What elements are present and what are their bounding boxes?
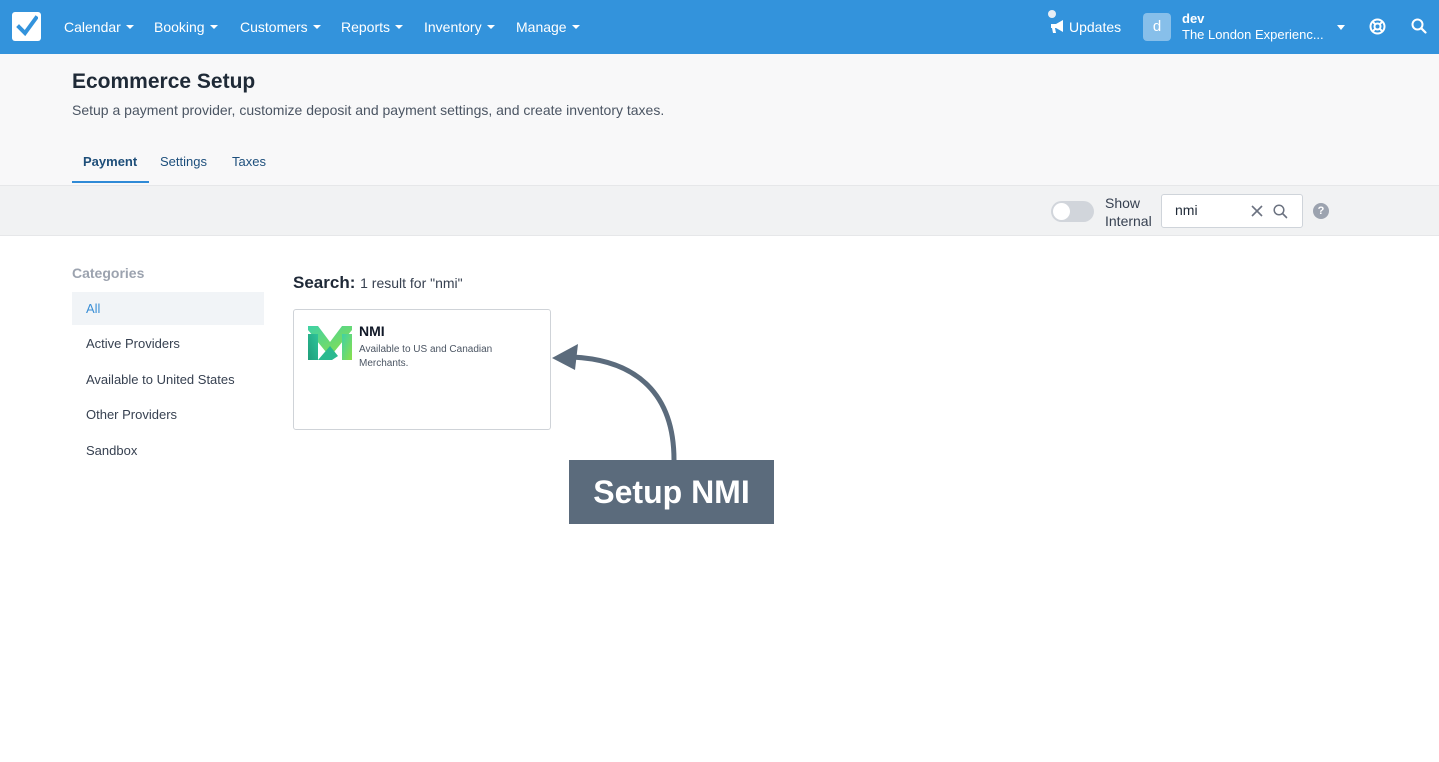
top-nav-bar: Calendar Booking Customers Reports Inven… bbox=[0, 0, 1439, 54]
category-other-providers[interactable]: Other Providers bbox=[72, 398, 264, 431]
search-results-title: Search: 1 result for "nmi" bbox=[293, 273, 463, 293]
nav-manage-label: Manage bbox=[516, 19, 567, 35]
category-all[interactable]: All bbox=[72, 292, 264, 325]
help-question-icon[interactable]: ? bbox=[1313, 203, 1329, 219]
app-logo-checkmark-icon[interactable] bbox=[12, 12, 41, 41]
show-internal-label: Show Internal bbox=[1105, 194, 1152, 230]
chevron-down-icon bbox=[486, 25, 495, 30]
nav-reports[interactable]: Reports bbox=[341, 0, 404, 54]
page-subtitle: Setup a payment provider, customize depo… bbox=[72, 102, 665, 118]
user-name[interactable]: dev bbox=[1182, 11, 1204, 26]
category-active-providers[interactable]: Active Providers bbox=[72, 327, 264, 360]
filter-toolbar: Show Internal ? bbox=[0, 185, 1439, 236]
nav-customers-label: Customers bbox=[240, 19, 308, 35]
show-internal-label-line1: Show bbox=[1105, 195, 1141, 211]
show-internal-toggle[interactable] bbox=[1051, 201, 1094, 222]
nav-manage[interactable]: Manage bbox=[516, 0, 580, 54]
category-sandbox[interactable]: Sandbox bbox=[72, 434, 264, 467]
nav-booking[interactable]: Booking bbox=[154, 0, 218, 54]
user-company[interactable]: The London Experienc... bbox=[1182, 27, 1330, 42]
nav-booking-label: Booking bbox=[154, 19, 205, 35]
provider-card-nmi[interactable]: NMI Available to US and Canadian Merchan… bbox=[293, 309, 551, 430]
categories-heading: Categories bbox=[72, 265, 145, 281]
provider-card-description: Available to US and Canadian Merchants. bbox=[359, 344, 493, 369]
nav-inventory[interactable]: Inventory bbox=[424, 0, 495, 54]
chevron-down-icon bbox=[312, 25, 321, 30]
annotation-arrow-icon bbox=[552, 344, 677, 463]
annotation-callout: Setup NMI bbox=[569, 460, 774, 524]
chevron-down-icon bbox=[395, 25, 404, 30]
tab-settings[interactable]: Settings bbox=[160, 154, 207, 169]
nav-calendar-label: Calendar bbox=[64, 19, 121, 35]
avatar[interactable]: d bbox=[1143, 13, 1171, 41]
nav-calendar[interactable]: Calendar bbox=[64, 0, 134, 54]
chevron-down-icon bbox=[571, 25, 580, 30]
chevron-down-icon[interactable] bbox=[1337, 25, 1345, 30]
updates-label: Updates bbox=[1069, 19, 1122, 35]
nmi-logo-icon bbox=[308, 326, 352, 360]
search-icon[interactable] bbox=[1273, 204, 1288, 219]
page-title: Ecommerce Setup bbox=[72, 70, 256, 93]
nav-inventory-label: Inventory bbox=[424, 19, 482, 35]
tab-payment[interactable]: Payment bbox=[83, 154, 137, 169]
close-icon[interactable] bbox=[1250, 204, 1264, 218]
megaphone-icon bbox=[1051, 20, 1063, 33]
chevron-down-icon bbox=[125, 25, 134, 30]
category-available-us[interactable]: Available to United States bbox=[72, 363, 264, 396]
notification-dot-icon bbox=[1048, 10, 1056, 18]
chevron-down-icon bbox=[209, 25, 218, 30]
search-input[interactable] bbox=[1175, 202, 1245, 218]
nav-customers[interactable]: Customers bbox=[240, 0, 321, 54]
search-field bbox=[1161, 194, 1303, 228]
search-label: Search: bbox=[293, 273, 356, 292]
search-icon[interactable] bbox=[1411, 18, 1427, 34]
active-tab-indicator bbox=[72, 181, 149, 183]
show-internal-label-line2: Internal bbox=[1105, 213, 1152, 229]
lifebuoy-help-icon[interactable] bbox=[1369, 18, 1386, 35]
page-header: Ecommerce Setup Setup a payment provider… bbox=[0, 54, 1439, 185]
nav-reports-label: Reports bbox=[341, 19, 391, 35]
provider-card-title: NMI bbox=[359, 323, 385, 339]
tab-taxes[interactable]: Taxes bbox=[232, 154, 266, 169]
toggle-knob bbox=[1053, 203, 1070, 220]
result-count-text: 1 result for "nmi" bbox=[360, 275, 463, 291]
